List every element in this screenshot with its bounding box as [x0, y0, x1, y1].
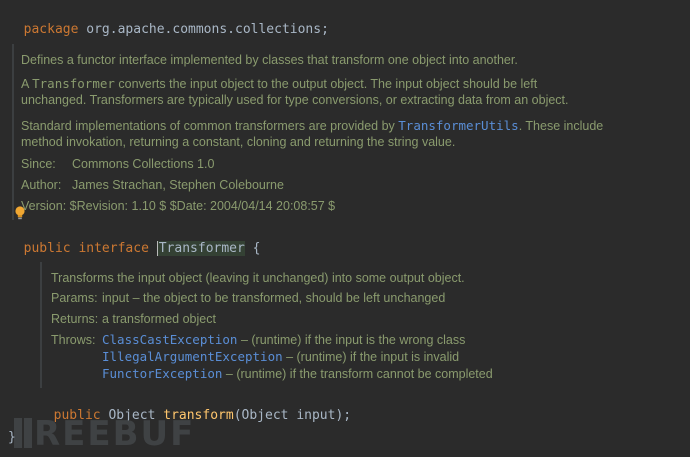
throws-row-2: IllegalArgumentException – (runtime) if … — [102, 349, 459, 364]
class-doc-para2-line2: unchanged. Transformers are typically us… — [21, 93, 569, 107]
version-row: Version: $Revision: 1.10 $ $Date: 2004/0… — [21, 199, 335, 213]
author-value: James Strachan, Stephen Colebourne — [72, 178, 284, 192]
transformer-code-ref: Transformer — [32, 76, 115, 91]
throws-text-1: – (runtime) if the input is the wrong cl… — [237, 333, 466, 347]
method-params: (Object input); — [233, 408, 352, 423]
package-name: org.apache.commons.collections; — [86, 22, 329, 37]
transformerutils-link[interactable]: TransformerUtils — [398, 118, 518, 133]
returns-row: Returns: a transformed object — [51, 312, 216, 326]
since-label: Since: — [21, 157, 56, 171]
watermark-logo-bar-2 — [24, 418, 32, 448]
throws-text-3: – (runtime) if the transform cannot be c… — [222, 367, 493, 381]
class-doc-para3-line2: method invokation, returning a constant,… — [21, 135, 456, 149]
lightbulb-icon[interactable] — [14, 205, 26, 221]
throws-label: Throws: — [51, 333, 96, 347]
para2-rest: converts the input object to the output … — [114, 77, 538, 91]
interface-name[interactable]: Transformer — [156, 241, 245, 256]
para3-suffix: . These include — [518, 119, 604, 133]
interface-declaration[interactable]: public interface Transformer { — [8, 225, 260, 257]
throws-row-3: FunctorException – (runtime) if the tran… — [102, 366, 493, 381]
since-row: Since: Commons Collections 1.0 — [21, 157, 214, 171]
public-keyword: public — [23, 241, 71, 256]
method-doc-description: Transforms the input object (leaving it … — [51, 271, 465, 285]
returns-value: a transformed object — [102, 312, 216, 326]
classcastexception-link[interactable]: ClassCastException — [102, 332, 237, 347]
throws-text-2: – (runtime) if the input is invalid — [282, 350, 460, 364]
version-value: $Revision: 1.10 $ $Date: 2004/04/14 20:0… — [69, 199, 336, 213]
params-label: Params: — [51, 291, 98, 305]
open-brace: { — [252, 241, 261, 256]
package-keyword: package — [23, 22, 79, 37]
params-value: input – the object to be transformed, sh… — [102, 291, 446, 305]
author-row: Author: James Strachan, Stephen Colebourn… — [21, 178, 284, 192]
returns-label: Returns: — [51, 312, 99, 326]
author-label: Author: — [21, 178, 62, 192]
watermark-text: REEBUF — [34, 414, 196, 454]
throws-row-1: Throws: ClassCastException – (runtime) if… — [51, 332, 465, 347]
para2-prefix: A — [21, 77, 33, 91]
version-label: Version: — [21, 199, 67, 213]
illegalargumentexception-link[interactable]: IllegalArgumentException — [102, 349, 283, 364]
functorexception-link[interactable]: FunctorException — [102, 366, 222, 381]
closing-brace: } — [8, 430, 16, 445]
package-declaration[interactable]: package org.apache.commons.collections; — [8, 6, 329, 38]
class-doc-para3-line1: Standard implementations of common trans… — [21, 118, 603, 133]
para3-prefix: Standard implementations of common trans… — [21, 119, 399, 133]
class-doc-para2-line1: A Transformer converts the input object … — [21, 76, 537, 91]
class-doc-description: Defines a functor interface implemented … — [21, 53, 518, 67]
interface-keyword: interface — [78, 241, 149, 256]
params-row: Params: input – the object to be transfor… — [51, 291, 445, 305]
since-value: Commons Collections 1.0 — [72, 157, 215, 171]
